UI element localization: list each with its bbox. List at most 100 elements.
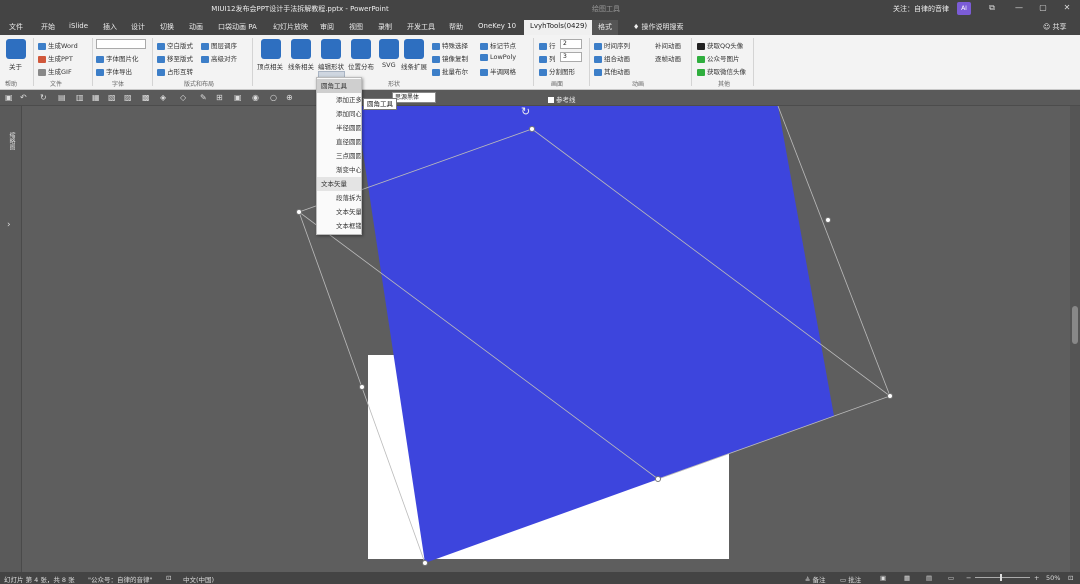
zoom-level[interactable]: 50% xyxy=(1046,574,1060,582)
mirror-copy-button[interactable]: 镜像复制 xyxy=(432,53,468,63)
public-account-image-button[interactable]: 公众号图片 xyxy=(697,53,740,63)
grid-tool-icon[interactable]: ▦ xyxy=(92,93,100,102)
circle-tool-icon[interactable]: ○ xyxy=(270,93,277,102)
edit-shape-button[interactable]: 编辑形状 xyxy=(318,61,344,71)
tab-transitions[interactable]: 切换 xyxy=(160,22,174,32)
close-button[interactable]: ✕ xyxy=(1060,3,1074,15)
blue-quadrilateral-shape[interactable] xyxy=(356,106,834,563)
zoom-slider-knob[interactable] xyxy=(1000,574,1002,581)
menu-item-add-concentric[interactable]: 添加同心圆 xyxy=(317,107,361,121)
shape-outline-icon[interactable]: ◇ xyxy=(180,93,186,102)
font-name-select[interactable]: 思源黑体 xyxy=(392,92,436,103)
tell-me-search[interactable]: ♦ 操作说明搜索 xyxy=(633,22,684,32)
vertex-related-button[interactable]: 顶点相关 xyxy=(257,61,283,71)
get-qq-avatar-button[interactable]: 获取QQ头像 xyxy=(697,40,743,50)
lowpoly-button[interactable]: LowPoly xyxy=(480,53,516,61)
brush-icon[interactable]: ✎ xyxy=(200,93,207,102)
menu-item-text-vectorize[interactable]: 文本矢量化 xyxy=(317,205,361,219)
rotate-handle-icon[interactable]: ↻ xyxy=(521,106,530,118)
mark-nodes-button[interactable]: 标记节点 xyxy=(480,40,516,50)
col-count-control[interactable]: 列 xyxy=(539,53,556,63)
menu-item-split-paragraph[interactable]: 段落拆为单字 xyxy=(317,191,361,205)
hexagon-icon[interactable] xyxy=(321,39,341,59)
thumbnail-pane-collapsed[interactable]: › xyxy=(0,106,22,572)
batch-boolean-button[interactable]: 批量布尔 xyxy=(432,66,468,76)
menu-item-textbox-hollow[interactable]: 文本框镂空 xyxy=(317,219,361,233)
tab-file[interactable]: 文件 xyxy=(9,22,23,32)
transform-icon[interactable]: ⊕ xyxy=(286,93,293,102)
tab-onekey[interactable]: OneKey 10 xyxy=(478,22,516,30)
notes-button[interactable]: ≜ 备注 xyxy=(805,574,826,584)
zoom-in-icon[interactable]: + xyxy=(1034,574,1039,582)
svg-button[interactable]: SVG xyxy=(382,61,396,69)
time-sequence-button[interactable]: 时间序列 xyxy=(594,40,630,50)
crop-icon[interactable]: ⊞ xyxy=(216,93,223,102)
svg-icon[interactable] xyxy=(379,39,399,59)
share-button[interactable]: ☺ 共享 xyxy=(1043,22,1067,32)
tween-animation-button[interactable]: 补间动画 xyxy=(655,40,681,50)
group-animation-button[interactable]: 组合动画 xyxy=(594,53,630,63)
other-animation-button[interactable]: 其他动画 xyxy=(594,66,630,76)
menu-header-round-corner[interactable]: 圆角工具 xyxy=(317,79,361,93)
zoom-slider-track[interactable] xyxy=(975,577,1030,578)
ribbon-display-options-icon[interactable]: ⧉ xyxy=(985,3,999,15)
color-picker-icon[interactable]: ◉ xyxy=(252,93,259,102)
arrange-tool-icon[interactable]: ▩ xyxy=(142,93,150,102)
font-size-combo[interactable] xyxy=(96,39,146,49)
resize-handle[interactable] xyxy=(887,393,893,399)
tab-design[interactable]: 设计 xyxy=(131,22,145,32)
tab-help[interactable]: 帮助 xyxy=(449,22,463,32)
slide-canvas[interactable]: ↻ xyxy=(22,106,1070,572)
placeholder-convert-button[interactable]: 占形互转 xyxy=(157,66,193,76)
advanced-align-button[interactable]: 高级对齐 xyxy=(201,53,237,63)
distribute-tool-icon[interactable]: ▨ xyxy=(124,93,132,102)
resize-handle[interactable] xyxy=(529,126,535,132)
save-icon[interactable]: ▣ xyxy=(5,93,13,102)
tab-pocket-animation[interactable]: 口袋动画 PA xyxy=(218,22,257,32)
resize-handle[interactable] xyxy=(655,476,661,482)
move-to-layout-button[interactable]: 移至版式 xyxy=(157,53,193,63)
minimize-button[interactable]: — xyxy=(1012,3,1026,15)
align-tool-icon[interactable]: ▧ xyxy=(108,93,116,102)
zoom-out-icon[interactable]: − xyxy=(966,574,971,582)
resize-handle[interactable] xyxy=(422,560,428,566)
reading-view-icon[interactable]: ▤ xyxy=(926,574,932,582)
comments-button[interactable]: ▭ 批注 xyxy=(840,574,861,584)
generate-gif-button[interactable]: 生成GIF xyxy=(38,66,72,76)
halftone-grid-button[interactable]: 半调网格 xyxy=(480,66,516,76)
line-expand-button[interactable]: 线条扩展 xyxy=(401,61,427,71)
normal-view-icon[interactable]: ▣ xyxy=(880,574,886,582)
blank-layout-button[interactable]: 空白版式 xyxy=(157,40,193,50)
scrollbar-thumb[interactable] xyxy=(1072,306,1078,344)
tab-animations[interactable]: 动画 xyxy=(189,22,203,32)
font-vectorize-button[interactable]: 字体图片化 xyxy=(96,53,139,63)
tab-view[interactable]: 视图 xyxy=(349,22,363,32)
vertical-scrollbar[interactable] xyxy=(1070,106,1080,572)
resize-handle[interactable] xyxy=(825,217,831,223)
row-count-control[interactable]: 行 xyxy=(539,40,556,50)
menu-item-gradient-center[interactable]: 渐变中心工具 xyxy=(317,163,361,177)
shape-fill-icon[interactable]: ◈ xyxy=(160,93,166,102)
line-related-button[interactable]: 线条相关 xyxy=(288,61,314,71)
accessibility-icon[interactable]: ⊡ xyxy=(166,574,171,582)
tab-slideshow[interactable]: 幻灯片放映 xyxy=(273,22,308,32)
restore-button[interactable]: ▢ xyxy=(1036,3,1050,15)
picture-icon[interactable]: ▣ xyxy=(234,93,242,102)
generate-ppt-button[interactable]: 生成PPT xyxy=(38,53,73,63)
language-indicator[interactable]: 中文(中国) xyxy=(183,574,214,584)
resize-handle[interactable] xyxy=(359,384,365,390)
vertex-icon[interactable] xyxy=(261,39,281,59)
font-export-button[interactable]: 字体导出 xyxy=(96,66,132,76)
row-count-input[interactable]: 2 xyxy=(560,39,582,49)
fit-slide-icon[interactable]: ⊡ xyxy=(1068,574,1073,582)
col-count-input[interactable]: 3 xyxy=(560,52,582,62)
layer-order-button[interactable]: 图层调序 xyxy=(201,40,237,50)
tab-review[interactable]: 审阅 xyxy=(320,22,334,32)
distribute-icon[interactable] xyxy=(351,39,371,59)
menu-item-add-polygon[interactable]: 添加正多边形 xyxy=(317,93,361,107)
format-painter-icon[interactable]: ▤ xyxy=(58,93,66,102)
frame-animation-button[interactable]: 逐帧动画 xyxy=(655,53,681,63)
line-icon[interactable] xyxy=(291,39,311,59)
reference-line-checkbox[interactable]: 参考线 xyxy=(548,94,576,104)
line-expand-icon[interactable] xyxy=(404,39,424,59)
